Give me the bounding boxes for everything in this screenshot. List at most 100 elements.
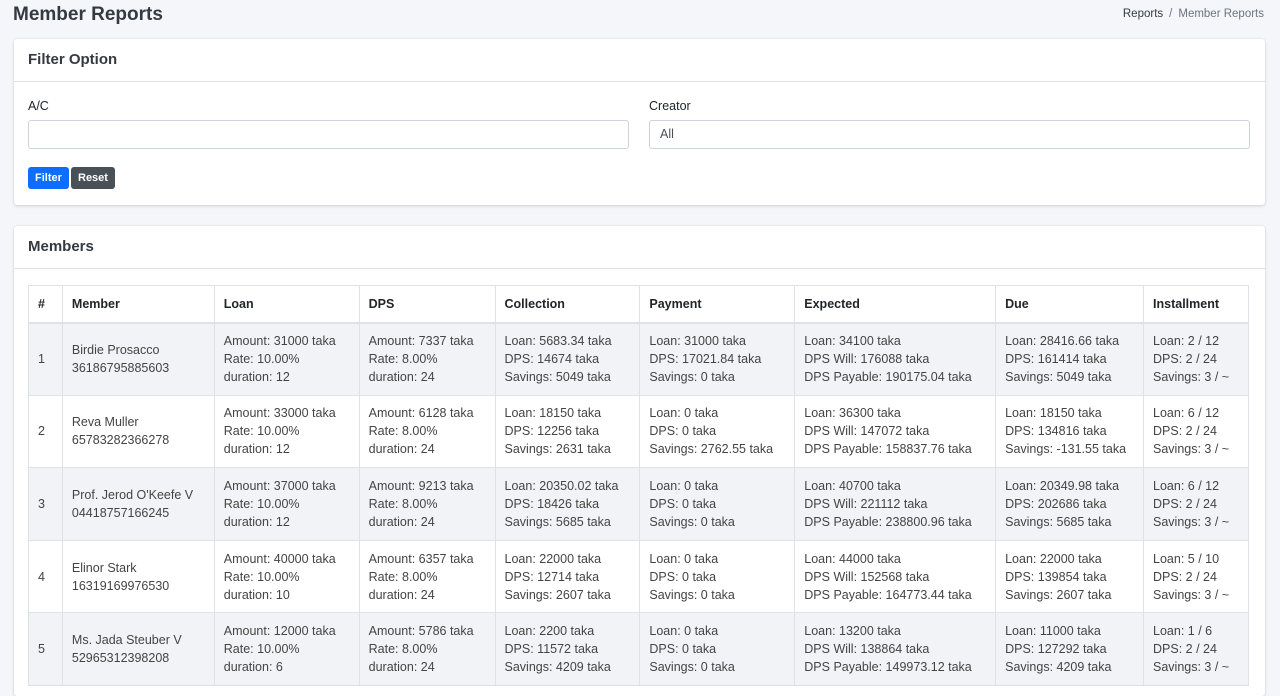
installment-line: Savings: 3 / ~: [1153, 660, 1230, 675]
page-title: Member Reports: [13, 4, 163, 25]
expected-line: DPS Will: 152568 taka: [804, 569, 930, 584]
loan-line: duration: 12: [223, 514, 290, 529]
payment-line: Savings: 0 taka: [649, 370, 735, 385]
due-line: DPS: 134816 taka: [1005, 424, 1107, 439]
due-cell: Loan: 11000 taka DPS: 127292 taka Savings:…: [995, 612, 1145, 686]
collection-cell: Loan: 18150 taka DPS: 12256 taka Savings: …: [494, 394, 641, 469]
table-row: 1 Birdie Prosacco 36186795885603 Amount: 31…: [28, 322, 1249, 396]
collection-cell: Loan: 20350.02 taka DPS: 18426 taka Saving…: [494, 467, 641, 541]
member-account: 52965312398208: [71, 651, 170, 666]
column-header: Member: [61, 285, 215, 324]
expected-cell: Loan: 34100 taka DPS Will: 176088 taka DPS…: [794, 322, 997, 396]
loan-line: Amount: 33000 taka: [223, 406, 336, 421]
installment-line: DPS: 2 / 24: [1153, 352, 1217, 367]
expected-line: Loan: 13200 taka: [804, 624, 901, 639]
installment-line: DPS: 2 / 24: [1153, 424, 1217, 439]
payment-cell: Loan: 0 taka DPS: 0 taka Savings: 2762.55 …: [639, 394, 796, 469]
payment-line: DPS: 0 taka: [649, 424, 717, 439]
dps-cell: Amount: 6357 taka Rate: 8.00% duration: 24: [358, 539, 496, 614]
installment-line: DPS: 2 / 24: [1153, 642, 1217, 657]
payment-line: Loan: 0 taka: [649, 406, 719, 421]
payment-line: DPS: 0 taka: [649, 496, 717, 511]
dps-line: duration: 24: [368, 660, 435, 675]
member-account: 65783282366278: [71, 433, 170, 448]
collection-line: DPS: 12256 taka: [504, 424, 600, 439]
dps-line: duration: 24: [368, 587, 435, 602]
table-row: 5 Ms. Jada Steuber V 52965312398208 Amount:…: [28, 612, 1249, 686]
member-account: 04418757166245: [71, 505, 170, 520]
expected-cell: Loan: 40700 taka DPS Will: 221112 taka DPS…: [794, 467, 997, 541]
due-cell: Loan: 22000 taka DPS: 139854 taka Savings:…: [995, 539, 1145, 614]
payment-cell: Loan: 31000 taka DPS: 17021.84 taka Saving…: [639, 322, 796, 396]
loan-line: Rate: 10.00%: [223, 569, 300, 584]
dps-line: Amount: 5786 taka: [368, 624, 474, 639]
loan-cell: Amount: 37000 taka Rate: 10.00% duration: …: [213, 467, 360, 541]
installment-cell: Loan: 5 / 10 DPS: 2 / 24 Savings: 3 / ~: [1143, 539, 1249, 614]
page-header: Member Reports Reports / Member Reports: [0, 0, 1280, 34]
dps-line: Amount: 9213 taka: [368, 478, 474, 493]
creator-select[interactable]: All: [649, 120, 1250, 149]
row-number: 4: [28, 539, 63, 614]
installment-line: Savings: 3 / ~: [1153, 514, 1230, 529]
loan-line: duration: 12: [223, 442, 290, 457]
installment-cell: Loan: 1 / 6 DPS: 2 / 24 Savings: 3 / ~: [1143, 612, 1249, 686]
collection-line: Savings: 2607 taka: [504, 587, 611, 602]
filter-card-title: Filter Option: [14, 39, 1265, 82]
collection-cell: Loan: 2200 taka DPS: 11572 taka Savings: 4…: [494, 612, 641, 686]
column-header: Expected: [794, 285, 997, 324]
due-cell: Loan: 18150 taka DPS: 134816 taka Savings:…: [995, 394, 1145, 469]
member-name: Prof. Jerod O'Keefe V: [71, 487, 194, 502]
collection-line: Loan: 2200 taka: [504, 624, 595, 639]
expected-line: Loan: 40700 taka: [804, 478, 901, 493]
member-account: 16319169976530: [71, 578, 170, 593]
loan-line: duration: 10: [223, 587, 290, 602]
collection-line: Loan: 22000 taka: [504, 551, 602, 566]
due-line: Loan: 28416.66 taka: [1005, 334, 1120, 349]
installment-line: Savings: 3 / ~: [1153, 442, 1230, 457]
members-card: Members # Member Loan DPS Collection Payment E…: [14, 226, 1265, 696]
reset-button[interactable]: Reset: [71, 167, 115, 189]
creator-label: Creator: [649, 99, 691, 113]
due-line: Loan: 11000 taka: [1005, 624, 1101, 639]
column-header: Collection: [494, 285, 641, 324]
collection-line: Savings: 2631 taka: [504, 442, 611, 457]
expected-line: DPS Will: 221112 taka: [804, 496, 928, 511]
column-header: Installment: [1143, 285, 1249, 324]
due-line: Savings: 5685 taka: [1005, 514, 1112, 529]
member-cell: Elinor Stark 16319169976530: [61, 539, 215, 614]
member-cell: Reva Muller 65783282366278: [61, 394, 215, 469]
column-header: Due: [995, 285, 1145, 324]
ac-input[interactable]: [28, 120, 629, 149]
installment-line: DPS: 2 / 24: [1153, 569, 1217, 584]
installment-cell: Loan: 2 / 12 DPS: 2 / 24 Savings: 3 / ~: [1143, 322, 1249, 396]
due-line: Loan: 22000 taka: [1005, 551, 1102, 566]
dps-cell: Amount: 7337 taka Rate: 8.00% duration: 24: [358, 322, 496, 396]
expected-line: DPS Payable: 238800.96 taka: [804, 514, 972, 529]
due-line: DPS: 139854 taka: [1005, 569, 1107, 584]
installment-line: Savings: 3 / ~: [1153, 587, 1230, 602]
payment-line: DPS: 17021.84 taka: [649, 352, 762, 367]
collection-line: Savings: 4209 taka: [504, 660, 611, 675]
column-header: #: [28, 285, 63, 324]
installment-line: Loan: 6 / 12: [1153, 478, 1220, 493]
payment-line: Savings: 0 taka: [649, 514, 735, 529]
loan-line: Rate: 10.00%: [223, 424, 300, 439]
due-line: Savings: -131.55 taka: [1005, 442, 1127, 457]
expected-line: Loan: 44000 taka: [804, 551, 901, 566]
expected-line: Loan: 36300 taka: [804, 406, 901, 421]
payment-line: Loan: 0 taka: [649, 624, 719, 639]
filter-button[interactable]: Filter: [28, 167, 69, 189]
loan-line: Rate: 10.00%: [223, 496, 300, 511]
dps-line: Amount: 6357 taka: [368, 551, 474, 566]
dps-line: Rate: 8.00%: [368, 569, 438, 584]
installment-line: Loan: 2 / 12: [1153, 334, 1220, 349]
due-line: Savings: 5049 taka: [1005, 370, 1112, 385]
member-cell: Prof. Jerod O'Keefe V 04418757166245: [61, 467, 215, 541]
loan-cell: Amount: 40000 taka Rate: 10.00% duration: …: [213, 539, 360, 614]
breadcrumb-reports-link[interactable]: Reports: [1123, 8, 1163, 20]
breadcrumb-separator: /: [1169, 8, 1173, 20]
loan-cell: Amount: 31000 taka Rate: 10.00% duration: …: [213, 322, 360, 396]
due-line: Savings: 4209 taka: [1005, 660, 1112, 675]
collection-line: Loan: 5683.34 taka: [504, 334, 612, 349]
due-line: Loan: 20349.98 taka: [1005, 478, 1120, 493]
